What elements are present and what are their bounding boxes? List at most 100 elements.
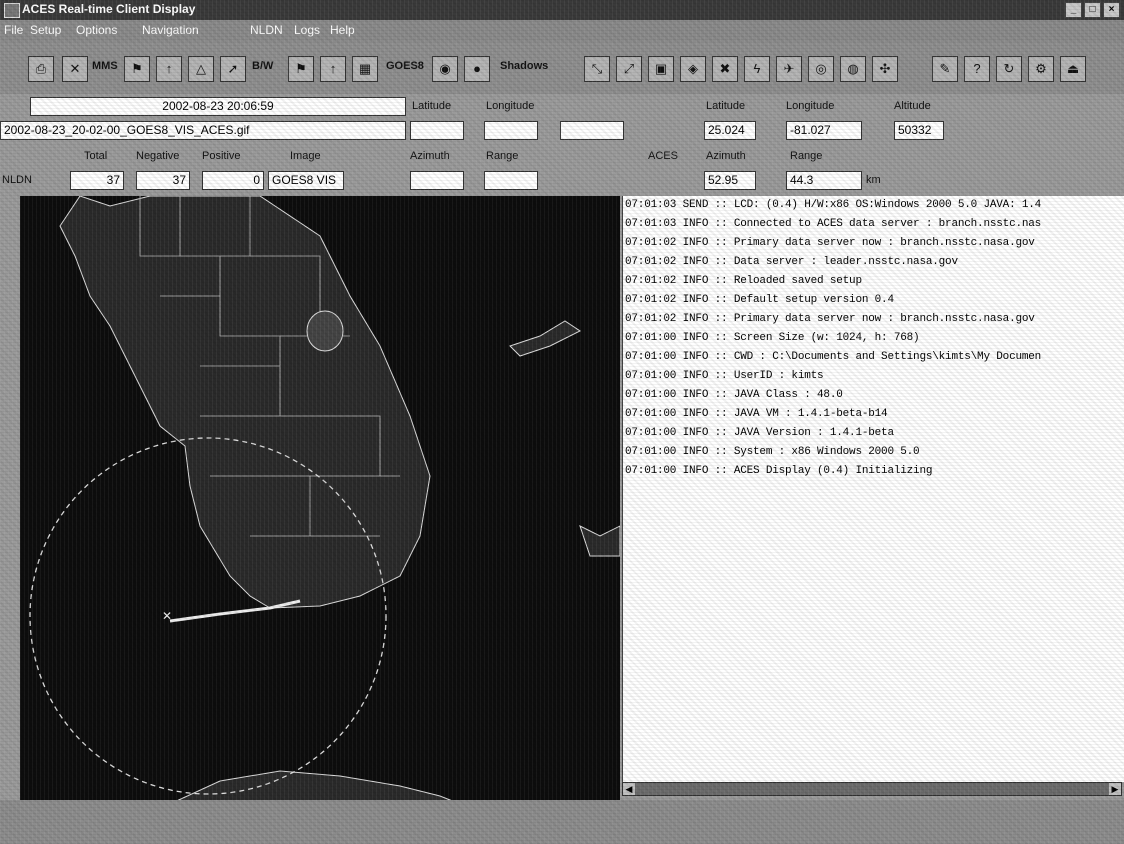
aircraft-longitude-field: -81.027 [786, 121, 862, 140]
log-line: 07:01:00 INFO :: UserID : kimts [625, 370, 824, 382]
close-button[interactable]: × [1103, 2, 1120, 18]
log-line: 07:01:02 INFO :: Primary data server now… [625, 313, 1035, 325]
pin-icon[interactable]: ⚑ [124, 56, 150, 82]
menu-navigation[interactable]: Navigation [142, 23, 199, 37]
maximize-button[interactable]: □ [1084, 2, 1101, 18]
florida-land [59, 196, 431, 609]
aircraft-azimuth-field: 52.95 [704, 171, 756, 190]
shadows-label[interactable]: Shadows [500, 60, 548, 72]
scroll-left-icon[interactable]: ◀ [623, 783, 635, 795]
print-icon[interactable]: ⎙ [28, 56, 54, 82]
menu-help[interactable]: Help [330, 23, 355, 37]
warning-icon[interactable]: △ [188, 56, 214, 82]
cursor-range-field[interactable] [484, 171, 538, 190]
log-line: 07:01:03 INFO :: Connected to ACES data … [625, 218, 1042, 230]
bahamas-island [579, 525, 620, 557]
bw-label[interactable]: B/W [252, 60, 273, 72]
target-icon[interactable]: ◎ [808, 56, 834, 82]
expand-icon[interactable]: ✣ [872, 56, 898, 82]
log-console[interactable]: 07:01:03 SEND :: LCD: (0.4) H/W:x86 OS:W… [622, 196, 1124, 782]
arrow2-icon[interactable]: ↑ [320, 56, 346, 82]
status-area [0, 800, 1124, 844]
airplane-icon[interactable]: ✈ [776, 56, 802, 82]
log-line: 07:01:00 INFO :: JAVA Class : 48.0 [625, 389, 843, 401]
help-icon[interactable]: ? [964, 56, 990, 82]
log-line: 07:01:00 INFO :: CWD : C:\Documents and … [625, 351, 1042, 363]
latitude-label: Latitude [412, 100, 452, 112]
pin2-icon[interactable]: ⚑ [288, 56, 314, 82]
image-file-field: 2002-08-23_20-02-00_GOES8_VIS_ACES.gif [0, 121, 406, 140]
negative-label: Negative [136, 150, 180, 162]
globe-icon[interactable]: ◉ [432, 56, 458, 82]
satellite-map[interactable]: ✕ [20, 196, 620, 804]
image-type-field: GOES8 VIS [268, 171, 344, 190]
aircraft-altitude-field: 50332 [894, 121, 944, 140]
bahamas-island [509, 320, 581, 357]
title-bar: ACES Real-time Client Display _ □ × [0, 0, 1124, 20]
aircraft-altitude-label: Altitude [894, 100, 931, 112]
image-label: Image [290, 150, 321, 162]
log-line: 07:01:02 INFO :: Default setup version 0… [625, 294, 894, 306]
lightning-icon[interactable]: ϟ [744, 56, 770, 82]
total-field: 37 [70, 171, 124, 190]
pointer-icon[interactable]: ➚ [220, 56, 246, 82]
goes-label[interactable]: GOES8 [386, 60, 424, 72]
log-line: 07:01:02 INFO :: Primary data server now… [625, 237, 1035, 249]
datetime-field: 2002-08-23 20:06:59 [30, 97, 406, 116]
log-line: 07:01:00 INFO :: ACES Display (0.4) Init… [625, 465, 933, 477]
circle-icon[interactable]: ● [464, 56, 490, 82]
minimize-button[interactable]: _ [1065, 2, 1082, 18]
settings-icon[interactable]: ⚙ [1028, 56, 1054, 82]
aircraft-latitude-field: 25.024 [704, 121, 756, 140]
total-label: Total [84, 150, 108, 162]
negative-field: 37 [136, 171, 190, 190]
pan-icon[interactable]: ⤢ [616, 56, 642, 82]
layer-icon[interactable]: ▣ [648, 56, 674, 82]
nldn-label: NLDN [2, 174, 32, 186]
pencil-icon[interactable]: ✎ [932, 56, 958, 82]
delete-icon[interactable]: ✖ [712, 56, 738, 82]
radar-icon[interactable]: ◍ [840, 56, 866, 82]
exit-icon[interactable]: ⏏ [1060, 56, 1086, 82]
lake-okeechobee [306, 310, 344, 352]
menu-options[interactable]: Options [76, 23, 117, 37]
mms-label[interactable]: MMS [92, 60, 118, 72]
cursor-longitude-field[interactable] [484, 121, 538, 140]
positive-label: Positive [202, 150, 241, 162]
menu-nldn[interactable]: NLDN [250, 23, 283, 37]
aircraft-latitude-label: Latitude [706, 100, 746, 112]
aircraft-marker: ✕ [162, 609, 172, 623]
tools-icon[interactable]: ✕ [62, 56, 88, 82]
azimuth-label: Azimuth [410, 150, 450, 162]
log-line: 07:01:02 INFO :: Data server : leader.ns… [625, 256, 958, 268]
aircraft-range-field: 44.3 [786, 171, 862, 190]
aircraft-longitude-label: Longitude [786, 100, 835, 112]
select-icon[interactable]: ◈ [680, 56, 706, 82]
cursor-altitude-field[interactable] [560, 121, 624, 140]
log-line: 07:01:02 INFO :: Reloaded saved setup [625, 275, 862, 287]
menu-file[interactable]: File [4, 23, 23, 37]
log-line: 07:01:00 INFO :: Screen Size (w: 1024, h… [625, 332, 920, 344]
log-line: 07:01:00 INFO :: System : x86 Windows 20… [625, 446, 920, 458]
toolbar: ⎙ ✕ MMS ⚑ ↑ △ ➚ B/W ⚑ ↑ ▦ GOES8 ◉ ● Shad… [0, 42, 1124, 94]
menu-bar: File Setup Options Navigation NLDN Logs … [0, 20, 1124, 42]
aircraft-range-label: Range [790, 150, 823, 162]
log-line: 07:01:03 SEND :: LCD: (0.4) H/W:x86 OS:W… [625, 199, 1042, 211]
log-horizontal-scrollbar[interactable]: ◀ ▶ [622, 782, 1122, 796]
arrow-up-icon[interactable]: ↑ [156, 56, 182, 82]
menu-setup[interactable]: Setup [30, 23, 61, 37]
aces-label: ACES [648, 150, 678, 162]
positive-field: 0 [202, 171, 264, 190]
range-unit: km [866, 174, 881, 186]
cursor-latitude-field[interactable] [410, 121, 464, 140]
menu-logs[interactable]: Logs [294, 23, 320, 37]
florida-map-svg: ✕ [29, 196, 620, 804]
window-title: ACES Real-time Client Display [22, 2, 196, 16]
cursor-azimuth-field[interactable] [410, 171, 464, 190]
zoom-icon[interactable]: ⤡ [584, 56, 610, 82]
refresh-icon[interactable]: ↻ [996, 56, 1022, 82]
aircraft-azimuth-label: Azimuth [706, 150, 746, 162]
app-icon [4, 3, 20, 18]
grid-icon[interactable]: ▦ [352, 56, 378, 82]
scroll-right-icon[interactable]: ▶ [1109, 783, 1121, 795]
